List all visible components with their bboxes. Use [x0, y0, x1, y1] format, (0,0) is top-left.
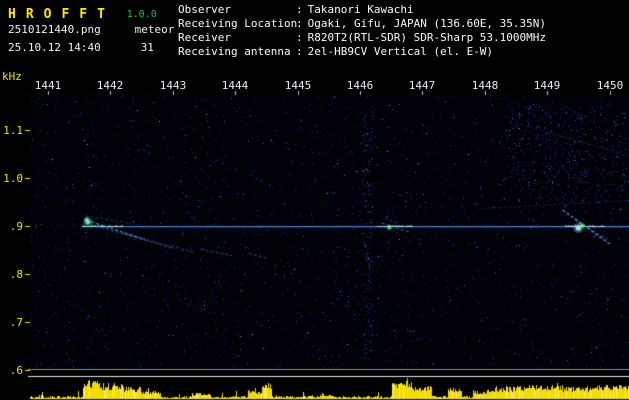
info-colon: :	[296, 3, 303, 16]
file-row: 2510121440.png meteor	[8, 23, 174, 36]
header-left-block: HROFFT 1.0.0 2510121440.png meteor 25.10…	[8, 0, 178, 62]
info-colon: :	[296, 31, 303, 44]
header-bar: HROFFT 1.0.0 2510121440.png meteor 25.10…	[0, 0, 629, 62]
app-title: HROFFT	[8, 7, 115, 22]
title-row: HROFFT 1.0.0	[8, 3, 157, 22]
info-row-location: Receiving Location: Ogaki, Gifu, JAPAN (1…	[178, 17, 546, 31]
info-colon: :	[296, 45, 303, 58]
info-value: Ogaki, Gifu, JAPAN (136.60E, 35.35N)	[307, 17, 547, 30]
info-label: Receiver	[178, 31, 231, 44]
app-version: 1.0.0	[126, 9, 157, 20]
info-row-antenna: Receiving antenna:2el-HB9CV Vertical (el…	[178, 45, 546, 59]
output-filename: 2510121440.png	[8, 23, 101, 36]
mode-label: meteor	[134, 23, 175, 36]
info-colon: :	[296, 17, 303, 30]
echo-count: 31	[140, 41, 154, 54]
info-label: Receiving Location	[178, 17, 298, 30]
record-datetime: 25.10.12 14:40	[8, 41, 101, 54]
info-value: Takanori Kawachi	[307, 3, 414, 16]
info-row-receiver: Receiver: R820T2(RTL-SDR) SDR-Sharp 53.10…	[178, 31, 546, 45]
time-row: 25.10.12 14:40 31	[8, 41, 154, 54]
station-info: Observer: Takanori Kawachi Receiving Loca…	[178, 3, 546, 59]
info-row-observer: Observer: Takanori Kawachi	[178, 3, 546, 17]
info-value: 2el-HB9CV Vertical (el. E-W)	[307, 45, 494, 58]
info-label: Receiving antenna	[178, 45, 291, 58]
info-value: R820T2(RTL-SDR) SDR-Sharp 53.1000MHz	[307, 31, 547, 44]
info-label: Observer	[178, 3, 231, 16]
hrofft-screenshot: HROFFT 1.0.0 2510121440.png meteor 25.10…	[0, 0, 629, 400]
